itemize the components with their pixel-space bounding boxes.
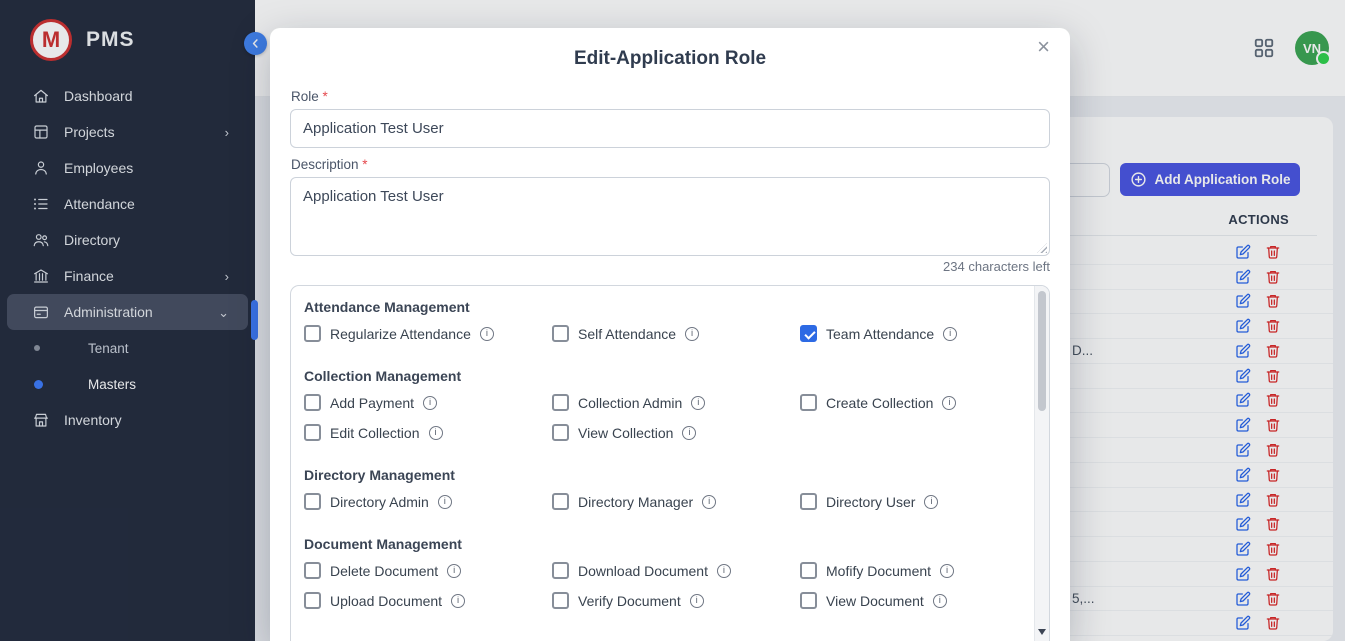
permission-label: Upload Document xyxy=(330,593,442,609)
permissions-panel: Attendance Management Regularize Attendan… xyxy=(290,285,1050,641)
permission-item-edit-collection: Edit Collection xyxy=(304,424,552,441)
checkbox[interactable] xyxy=(304,562,321,579)
checkbox[interactable] xyxy=(552,592,569,609)
checkbox[interactable] xyxy=(552,394,569,411)
permission-label: Create Collection xyxy=(826,395,933,411)
info-icon[interactable] xyxy=(438,495,452,509)
page: M PMS DashboardProjects›EmployeesAttenda… xyxy=(0,0,1345,641)
permission-item-self-attendance: Self Attendance xyxy=(552,325,800,342)
checkbox[interactable] xyxy=(552,424,569,441)
permission-label: Delete Document xyxy=(330,563,438,579)
permission-item-view-document: View Document xyxy=(800,592,1035,609)
info-icon[interactable] xyxy=(924,495,938,509)
permission-section-title: Collection Management xyxy=(304,368,1035,385)
info-icon[interactable] xyxy=(682,426,696,440)
permission-item-view-collection: View Collection xyxy=(552,424,800,441)
checkbox[interactable] xyxy=(800,394,817,411)
permission-section-attendance-management: Attendance Management Regularize Attendan… xyxy=(304,299,1035,342)
permission-item-add-payment: Add Payment xyxy=(304,394,552,411)
permission-item-directory-admin: Directory Admin xyxy=(304,493,552,510)
permission-label: Directory Manager xyxy=(578,494,693,510)
permission-item-regularize-attendance: Regularize Attendance xyxy=(304,325,552,342)
info-icon[interactable] xyxy=(685,327,699,341)
permission-item-directory-user: Directory User xyxy=(800,493,1035,510)
permission-label: View Document xyxy=(826,593,924,609)
permission-label: Directory Admin xyxy=(330,494,429,510)
permission-label: Collection Admin xyxy=(578,395,682,411)
description-textarea[interactable]: Application Test User xyxy=(290,177,1050,256)
scrollbar-thumb[interactable] xyxy=(1038,291,1046,411)
checkbox[interactable] xyxy=(304,493,321,510)
scrollbar[interactable] xyxy=(1034,286,1049,641)
permission-item-upload-document: Upload Document xyxy=(304,592,552,609)
description-field-label: Description xyxy=(291,157,368,172)
checkbox[interactable] xyxy=(304,424,321,441)
checkbox[interactable] xyxy=(800,493,817,510)
info-icon[interactable] xyxy=(690,594,704,608)
permission-item-mofify-document: Mofify Document xyxy=(800,562,1035,579)
checkbox[interactable] xyxy=(800,562,817,579)
role-field-label: Role xyxy=(291,89,328,104)
permission-section-directory-management: Directory ManagementDirectory AdminDirec… xyxy=(304,467,1035,510)
permission-section-title: Document Management xyxy=(304,536,1035,553)
permission-label: View Collection xyxy=(578,425,673,441)
permission-item-team-attendance: Team Attendance xyxy=(800,325,1035,342)
scroll-down-arrow-icon[interactable] xyxy=(1038,629,1046,635)
info-icon[interactable] xyxy=(451,594,465,608)
permission-label: Verify Document xyxy=(578,593,681,609)
info-icon[interactable] xyxy=(717,564,731,578)
permission-item-directory-manager: Directory Manager xyxy=(552,493,800,510)
info-icon[interactable] xyxy=(691,396,705,410)
info-icon[interactable] xyxy=(480,327,494,341)
close-icon[interactable]: × xyxy=(1037,36,1050,58)
checkbox[interactable] xyxy=(304,592,321,609)
info-icon[interactable] xyxy=(429,426,443,440)
checkbox[interactable] xyxy=(304,394,321,411)
permission-item-create-collection: Create Collection xyxy=(800,394,1035,411)
modal-title: Edit-Application Role xyxy=(270,48,1070,70)
role-input[interactable] xyxy=(290,109,1050,148)
permission-label: Download Document xyxy=(578,563,708,579)
permission-label: Team Attendance xyxy=(826,326,934,342)
permission-item-verify-document: Verify Document xyxy=(552,592,800,609)
info-icon[interactable] xyxy=(447,564,461,578)
characters-left-text: 234 characters left xyxy=(943,259,1050,274)
permission-grid: Add Payment Collection Admin Create Collec… xyxy=(304,394,1035,441)
permission-grid: Directory Admin Directory Manager Director… xyxy=(304,493,1035,510)
permission-section-title: Directory Management xyxy=(304,467,1035,484)
permission-item-collection-admin: Collection Admin xyxy=(552,394,800,411)
permission-label: Directory User xyxy=(826,494,915,510)
info-icon[interactable] xyxy=(940,564,954,578)
checkbox[interactable] xyxy=(800,592,817,609)
permission-label: Edit Collection xyxy=(330,425,420,441)
edit-application-role-modal: Edit-Application Role × Role Description… xyxy=(270,28,1070,641)
checkbox[interactable] xyxy=(552,325,569,342)
checkbox[interactable] xyxy=(800,325,817,342)
permission-section-title: Attendance Management xyxy=(304,299,1035,316)
permission-label: Mofify Document xyxy=(826,563,931,579)
permission-item-delete-document: Delete Document xyxy=(304,562,552,579)
permission-item-download-document: Download Document xyxy=(552,562,800,579)
info-icon[interactable] xyxy=(942,396,956,410)
info-icon[interactable] xyxy=(943,327,957,341)
info-icon[interactable] xyxy=(423,396,437,410)
checkbox[interactable] xyxy=(552,562,569,579)
permission-section-document-management: Document Management Delete Document Downlo… xyxy=(304,536,1035,609)
checkbox[interactable] xyxy=(304,325,321,342)
checkbox[interactable] xyxy=(552,493,569,510)
permission-grid: Delete Document Download Document Mofify D… xyxy=(304,562,1035,609)
permission-grid: Regularize Attendance Self Attendance Team… xyxy=(304,325,1035,342)
permission-label: Add Payment xyxy=(330,395,414,411)
permissions-list: Attendance Management Regularize Attendan… xyxy=(291,286,1035,641)
info-icon[interactable] xyxy=(702,495,716,509)
permission-label: Self Attendance xyxy=(578,326,676,342)
permission-section-collection-management: Collection Management Add Payment Collecti… xyxy=(304,368,1035,441)
info-icon[interactable] xyxy=(933,594,947,608)
permission-label: Regularize Attendance xyxy=(330,326,471,342)
